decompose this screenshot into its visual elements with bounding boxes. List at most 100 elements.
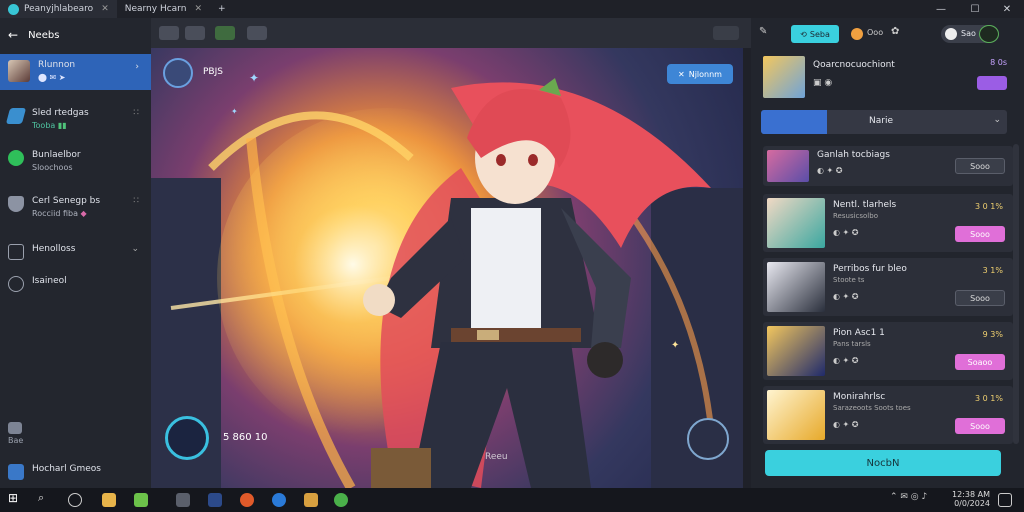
list-item-subtitle: Sarazeoots Soots toes xyxy=(833,404,911,412)
list-item-title: Perribos fur bleo xyxy=(833,264,907,274)
chevron-right-icon[interactable]: › xyxy=(135,62,139,72)
windows-start-icon[interactable]: ⊞ xyxy=(8,491,22,505)
list-item-icons: ◐ ✦ ✪ xyxy=(833,228,859,237)
chevron-down-icon[interactable]: ⌄ xyxy=(993,115,1001,125)
close-window-button[interactable]: ✕ xyxy=(990,0,1024,18)
app-icon-gray[interactable] xyxy=(176,493,190,507)
list-item-subtitle: Stoote ts xyxy=(833,276,865,284)
camera-icon[interactable] xyxy=(185,26,205,40)
watermark-text: Reeu xyxy=(485,452,508,462)
back-row[interactable]: ← Neebs xyxy=(0,18,151,52)
sidebar-item-sub: Tooba ▮▮ xyxy=(32,121,67,130)
list-scrollbar[interactable] xyxy=(1013,144,1019,444)
tab-title: Nearny Hcarn xyxy=(124,4,187,14)
back-arrow-icon[interactable]: ← xyxy=(8,28,18,42)
fullscreen-icon[interactable] xyxy=(713,26,739,40)
notifications-icon[interactable] xyxy=(998,493,1012,507)
viewer-scrollbar[interactable] xyxy=(743,48,751,488)
search-icon[interactable]: ⌕ xyxy=(38,491,52,505)
character-emblem-icon[interactable] xyxy=(163,58,193,88)
file-explorer-icon[interactable] xyxy=(102,493,116,507)
top-card-action-icon[interactable] xyxy=(977,76,1007,90)
tray-icons[interactable]: ⌃ ✉ ◎ ♪ xyxy=(890,492,927,502)
coin-icon[interactable] xyxy=(851,28,863,40)
profile-chip[interactable]: Sao xyxy=(941,25,999,43)
puzzle-icon xyxy=(8,422,22,434)
edge-icon[interactable] xyxy=(272,493,286,507)
sidebar-item-isaineol[interactable]: Isaineol xyxy=(0,276,151,292)
footer-button[interactable]: NocbN xyxy=(765,450,1001,476)
sidebar-item-label: Isaineol xyxy=(32,276,67,286)
new-tab-button[interactable]: + xyxy=(210,0,234,18)
top-card-thumbnail xyxy=(763,56,805,98)
close-tab-icon[interactable]: ✕ xyxy=(194,4,202,14)
link-icon: ⟲ xyxy=(800,29,807,39)
chevron-down-icon[interactable]: ⌄ xyxy=(131,244,139,254)
app-icon-green[interactable] xyxy=(134,493,148,507)
sidebar: ← Neebs Rlunnon ⬤ ✉ ➤ › Sled rtedgas Too… xyxy=(0,18,151,488)
sidebar-item-games[interactable]: Hocharl Gmeos xyxy=(0,464,151,480)
list-item[interactable]: Pion Asc1 1 Pans tarsls ◐ ✦ ✪ 9 3% Soaoo xyxy=(763,322,1013,380)
app-favicon-icon xyxy=(8,3,19,15)
task-view-icon[interactable] xyxy=(68,493,82,507)
sidebar-item-small[interactable]: Bae xyxy=(0,422,151,445)
play-ring-icon[interactable] xyxy=(165,416,209,460)
list-item-rating: 3 1% xyxy=(982,266,1003,275)
more-icon[interactable]: ∷ xyxy=(133,108,139,118)
taskbar: ⊞ ⌕ ⌃ ✉ ◎ ♪ 12:38 AM 0/0/2024 xyxy=(0,488,1024,512)
sidebar-item-sled[interactable]: Sled rtedgas Tooba ▮▮ ∷ xyxy=(0,108,151,130)
minimize-button[interactable]: — xyxy=(924,0,958,18)
counter-text: 5 860 10 xyxy=(223,432,268,443)
list-item-thumbnail xyxy=(767,326,825,376)
browser-tab-2[interactable]: Nearny Hcarn ✕ xyxy=(117,0,210,18)
list-item[interactable]: Nentl. tlarhels Resusicsolbo ◐ ✦ ✪ 3 0 1… xyxy=(763,194,1013,252)
maximize-button[interactable]: ☐ xyxy=(958,0,992,18)
right-panel: ✎ ⟲ Seba Ooo ✿ Sao Qoarcnocuochiont ▣ ◉ 8… xyxy=(751,18,1024,488)
top-card-title: Qoarcnocuochiont xyxy=(813,60,895,70)
app-icon-blue[interactable] xyxy=(208,493,222,507)
list-item[interactable]: Perribos fur bleo Stoote ts ◐ ✦ ✪ 3 1% S… xyxy=(763,258,1013,316)
sort-dropdown[interactable]: Narie ⌄ xyxy=(761,110,1007,134)
top-card-badge: 8 0s xyxy=(990,58,1007,67)
list-item-thumbnail xyxy=(767,198,825,248)
list-item-button[interactable]: Sooo xyxy=(955,158,1005,174)
browser-tab-1[interactable]: Peanyjhlabearo ✕ xyxy=(0,0,117,18)
sidebar-item-label: Hocharl Gmeos xyxy=(32,464,101,474)
grid-icon[interactable] xyxy=(215,26,235,40)
dropdown-active-segment[interactable] xyxy=(761,110,827,134)
sidebar-item-henolloss[interactable]: Henolloss ⌄ xyxy=(0,244,151,260)
xbox-icon[interactable] xyxy=(334,493,348,507)
layers-icon[interactable] xyxy=(247,26,267,40)
list-item-button[interactable]: Sooo xyxy=(955,290,1005,306)
list-item-title: Nentl. tlarhels xyxy=(833,200,897,210)
list-item-rating: 9 3% xyxy=(982,330,1003,339)
pin-icon[interactable]: ✎ xyxy=(759,26,779,42)
more-icon[interactable]: ∷ xyxy=(133,196,139,206)
action-button[interactable]: ✕ Njlonnm xyxy=(667,64,733,84)
settings-icon[interactable]: ✿ xyxy=(891,26,899,37)
sidebar-item-cerl[interactable]: Cerl Senegp bs Rocciid fiba ◆ ∷ xyxy=(0,196,151,218)
list-item-icons: ◐ ✦ ✪ xyxy=(833,356,859,365)
rotate-icon[interactable] xyxy=(159,26,179,40)
browser-icon[interactable] xyxy=(240,493,254,507)
list-item-title: Ganlah tocbiags xyxy=(817,150,890,160)
sidebar-item-bunlaelbor[interactable]: Bunlaelbor Sloochoos xyxy=(0,150,151,172)
artwork-illustration: ✦ ✦ ✦ xyxy=(151,71,743,488)
list-item[interactable]: Ganlah tocbiags ◐ ✦ ✪ Sooo xyxy=(763,146,1013,186)
list-item-button[interactable]: Sooo xyxy=(955,418,1005,434)
sidebar-item-active[interactable]: Rlunnon ⬤ ✉ ➤ › xyxy=(0,54,151,90)
sidebar-item-label: Henolloss xyxy=(32,244,76,254)
avatar xyxy=(979,25,999,43)
record-button-icon[interactable] xyxy=(687,418,729,460)
list-item-button[interactable]: Soaoo xyxy=(955,354,1005,370)
anime-character-artwork: ✦ ✦ ✦ PBJS ✕ Njlonnm 5 860 10 Reeu xyxy=(151,48,743,488)
list-item-subtitle: Pans tarsls xyxy=(833,340,871,348)
header-pill-button[interactable]: ⟲ Seba xyxy=(791,25,839,43)
store-icon[interactable] xyxy=(304,493,318,507)
close-tab-icon[interactable]: ✕ xyxy=(101,4,109,14)
list-item[interactable]: Monirahrlsc Sarazeoots Soots toes ◐ ✦ ✪ … xyxy=(763,386,1013,444)
clock[interactable]: 12:38 AM 0/0/2024 xyxy=(952,490,990,508)
top-card[interactable]: Qoarcnocuochiont ▣ ◉ 8 0s xyxy=(763,56,1013,100)
list-item-button[interactable]: Sooo xyxy=(955,226,1005,242)
clock-date: 0/0/2024 xyxy=(954,499,990,508)
